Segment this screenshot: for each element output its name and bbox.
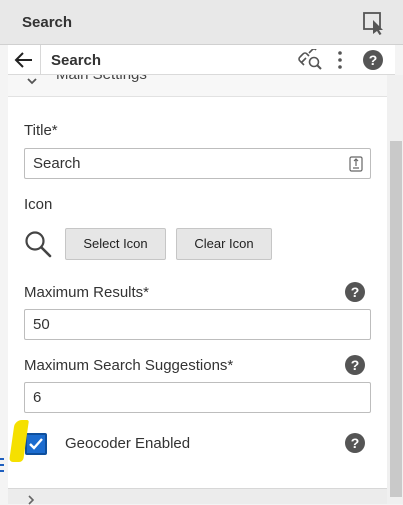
scrollbar-thumb[interactable] — [390, 141, 402, 497]
max-suggestions-label: Maximum Search Suggestions* — [24, 357, 234, 374]
geocoder-label: Geocoder Enabled — [65, 435, 191, 452]
geocoder-help-icon[interactable]: ? — [344, 432, 366, 454]
svg-text:?: ? — [351, 284, 360, 300]
chevron-down-icon — [27, 78, 37, 85]
next-section-header[interactable] — [8, 488, 387, 505]
tool-title: Search — [51, 52, 102, 69]
title-label: Title* — [24, 122, 58, 139]
magnifier-icon — [25, 231, 52, 258]
arrow-left-icon[interactable] — [14, 50, 34, 70]
more-vertical-icon[interactable] — [336, 50, 344, 70]
checkmark-icon — [29, 438, 43, 450]
section-title: Main Settings — [56, 75, 147, 83]
max-suggestions-help-icon[interactable]: ? — [344, 354, 366, 376]
svg-text:?: ? — [369, 52, 378, 68]
help-circle-icon[interactable]: ? — [362, 49, 384, 71]
header-divider — [40, 45, 41, 75]
max-results-label: Maximum Results* — [24, 284, 150, 301]
text-entry-icon[interactable] — [349, 156, 363, 172]
icon-label: Icon — [24, 196, 53, 213]
svg-text:?: ? — [351, 435, 360, 451]
select-icon-button[interactable]: Select Icon — [65, 228, 166, 260]
clear-icon-button[interactable]: Clear Icon — [176, 228, 272, 260]
vertical-scrollbar[interactable] — [387, 75, 403, 504]
geocoder-checkbox[interactable] — [25, 433, 47, 455]
resize-grip-icon[interactable] — [0, 458, 4, 472]
max-results-help-icon[interactable]: ? — [344, 281, 366, 303]
max-results-input[interactable]: 50 — [24, 309, 371, 340]
max-suggestions-input[interactable]: 6 — [24, 382, 371, 413]
section-header[interactable]: Main Settings — [8, 75, 387, 97]
pointer-select-icon[interactable] — [362, 11, 386, 35]
svg-text:?: ? — [351, 357, 360, 373]
window-header: Search — [0, 0, 403, 45]
tool-header: Search ? — [8, 45, 395, 75]
link-search-icon[interactable] — [297, 49, 323, 71]
window-title: Search — [22, 14, 73, 31]
title-input[interactable]: Search — [24, 148, 371, 179]
settings-panel: Main Settings Title* Search Icon Select … — [8, 75, 387, 488]
